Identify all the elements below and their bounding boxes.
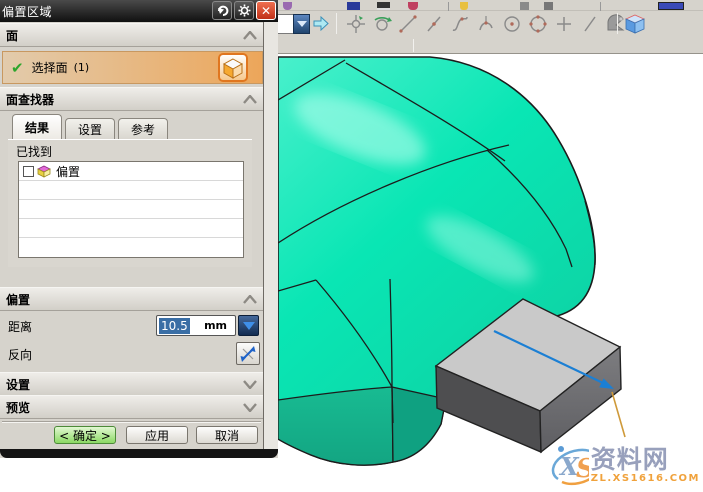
list-empty-row: [19, 181, 243, 200]
offset-feature-icon: [37, 165, 51, 178]
face-finder-tabs: 结果 设置 参考: [12, 114, 171, 140]
block-cube-icon[interactable]: [623, 13, 647, 35]
distance-dropdown-icon[interactable]: [238, 315, 259, 336]
distance-value[interactable]: 10.5: [159, 318, 190, 334]
list-empty-row: [19, 219, 243, 238]
line-point-icon[interactable]: [422, 13, 446, 35]
watermark: X S 资料网 ZL.XS1616.COM: [548, 440, 700, 490]
toolbar-separator: [336, 13, 337, 34]
dialog-bottom-edge[interactable]: [0, 449, 278, 458]
section-face-label: 面: [6, 27, 18, 44]
apply-button[interactable]: 应用: [126, 426, 188, 444]
clipped-icon[interactable]: [347, 2, 360, 10]
clipped-icon[interactable]: [520, 2, 529, 10]
tab-results[interactable]: 结果: [12, 114, 62, 140]
clipped-icon[interactable]: [460, 2, 468, 10]
offset-region-dialog: 偏置区域 ✕ 面 ✔ 选择面 (1): [0, 0, 278, 458]
expand-chevron-icon[interactable]: [243, 380, 257, 389]
distance-label: 距离: [8, 318, 32, 335]
line-icon[interactable]: [396, 13, 420, 35]
toolbar-separator: [617, 13, 618, 34]
list-empty-row: [19, 238, 243, 257]
checkmark-icon: ✔: [11, 59, 24, 77]
section-offset[interactable]: 偏置: [0, 287, 263, 311]
clipped-icon[interactable]: [283, 2, 292, 10]
section-settings-label: 设置: [6, 376, 30, 393]
point-pattern-icon[interactable]: [344, 13, 368, 35]
model-3d-view[interactable]: [278, 54, 703, 492]
leader-line: [612, 392, 625, 437]
svg-text:S: S: [576, 454, 589, 484]
select-face-label: 选择面: [32, 59, 68, 76]
section-preview[interactable]: 预览: [0, 395, 263, 419]
watermark-name: 资料网: [591, 447, 700, 473]
app-window: X S 资料网 ZL.XS1616.COM 偏置区域 ✕: [0, 0, 703, 492]
list-item-offset[interactable]: 偏置: [19, 162, 243, 181]
circle-points-icon[interactable]: [526, 13, 550, 35]
model-wall-left: [278, 387, 393, 465]
reset-icon[interactable]: [212, 1, 232, 20]
dialog-title: 偏置区域: [2, 3, 52, 20]
collapse-chevron-icon[interactable]: [243, 31, 257, 40]
cancel-button[interactable]: 取消: [196, 426, 258, 444]
slash-icon[interactable]: [578, 13, 602, 35]
item-checkbox[interactable]: [23, 166, 34, 177]
select-face-count: (1): [74, 61, 90, 74]
point-icon[interactable]: [552, 13, 576, 35]
dialog-titlebar[interactable]: 偏置区域 ✕: [0, 0, 278, 22]
tab-settings[interactable]: 设置: [65, 118, 115, 140]
watermark-url: ZL.XS1616.COM: [591, 473, 700, 484]
clipped-icon[interactable]: [377, 2, 390, 10]
section-settings[interactable]: 设置: [0, 372, 263, 396]
section-preview-label: 预览: [6, 399, 30, 416]
reverse-arrows-icon: [239, 345, 257, 363]
list-item-label: 偏置: [56, 163, 80, 180]
ok-button[interactable]: < 确定 >: [54, 426, 116, 444]
reverse-label: 反向: [8, 346, 32, 363]
found-label: 已找到: [16, 143, 52, 160]
gear-icon[interactable]: [234, 1, 254, 20]
graphics-viewport[interactable]: X S 资料网 ZL.XS1616.COM: [278, 54, 703, 492]
close-icon[interactable]: ✕: [256, 1, 276, 20]
select-face-row[interactable]: ✔ 选择面 (1): [2, 51, 263, 84]
reverse-row: 反向: [0, 341, 263, 367]
divider: [2, 421, 261, 423]
distance-input[interactable]: 10.5 mm: [156, 315, 236, 336]
combo-field[interactable]: [277, 14, 293, 34]
collapse-chevron-icon[interactable]: [243, 295, 257, 304]
section-face-finder[interactable]: 面查找器: [0, 87, 263, 111]
watermark-logo-icon: X S: [548, 441, 589, 489]
section-face[interactable]: 面: [0, 23, 263, 47]
clipped-icon[interactable]: [658, 2, 684, 10]
face-select-cube-icon[interactable]: [218, 53, 248, 82]
list-empty-row: [19, 200, 243, 219]
spline-icon[interactable]: [448, 13, 472, 35]
combo-dropdown-icon[interactable]: [293, 14, 310, 34]
arc-icon[interactable]: [474, 13, 498, 35]
clipped-icon[interactable]: [408, 2, 418, 10]
distance-row: 距离 10.5 mm: [0, 313, 263, 339]
tab-reference[interactable]: 参考: [118, 118, 168, 140]
dialog-actions: < 确定 > 应用 取消: [0, 426, 263, 446]
circle-center-icon[interactable]: [500, 13, 524, 35]
dialog-edge[interactable]: [263, 22, 278, 450]
section-offset-label: 偏置: [6, 291, 30, 308]
rotate-pattern-icon[interactable]: [370, 13, 394, 35]
collapse-chevron-icon[interactable]: [243, 95, 257, 104]
distance-unit: mm: [204, 319, 227, 332]
go-forward-icon[interactable]: [313, 16, 329, 31]
found-list[interactable]: 偏置: [18, 161, 244, 258]
section-face-finder-label: 面查找器: [6, 91, 54, 108]
expand-chevron-icon[interactable]: [243, 403, 257, 412]
reverse-direction-button[interactable]: [236, 342, 260, 365]
selection-scope-combo[interactable]: [277, 14, 310, 34]
clipped-icon[interactable]: [544, 2, 553, 10]
